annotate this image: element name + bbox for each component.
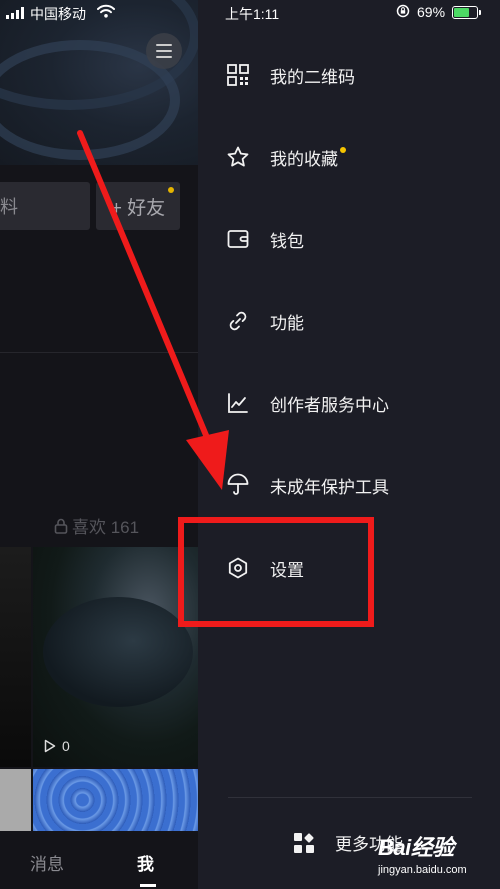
qr-code-icon [227, 64, 249, 86]
tab-messages[interactable]: 消息 [30, 850, 64, 875]
chart-line-icon [228, 393, 248, 413]
drawer-item-label: 我的二维码 [270, 67, 355, 87]
rotation-lock-icon [396, 4, 410, 18]
add-friend-label: + 好友 [110, 197, 166, 219]
play-count: 0 [44, 738, 70, 754]
divider [0, 352, 198, 353]
drawer-item-label: 创作者服务中心 [270, 395, 389, 415]
drawer-item-label: 功能 [270, 313, 304, 333]
edit-profile-label: 料 [0, 197, 18, 217]
likes-label: 喜欢 161 [72, 518, 140, 537]
annotation-highlight-box [178, 517, 374, 627]
drawer-item-qr-code[interactable]: 我的二维码 [198, 45, 500, 105]
video-thumbnail[interactable] [33, 769, 198, 831]
battery-percent: 69% [417, 4, 446, 20]
notification-dot [340, 147, 346, 153]
divider [228, 797, 472, 798]
video-thumbnail[interactable] [33, 547, 198, 767]
watermark-logo: Bai经验 [378, 835, 454, 860]
drawer-item-creator-center[interactable]: 创作者服务中心 [198, 373, 500, 433]
status-time: 上午1:11 [225, 6, 280, 22]
lock-icon [54, 518, 68, 534]
status-bar: 中国移动 上午1:11 69% [0, 0, 500, 26]
profile-background: 料 + 好友 喜欢 161 0 消息 我 [0, 0, 198, 889]
baidu-jingyan-watermark: Bai经验 jingyan.baidu.com [378, 830, 467, 876]
drawer-item-favorites[interactable]: 我的收藏 [198, 127, 500, 187]
battery-tip [479, 10, 481, 15]
video-thumbnail[interactable] [0, 769, 31, 831]
drawer-item-wallet[interactable]: 钱包 [198, 209, 500, 269]
drawer-item-label: 我的收藏 [270, 149, 338, 169]
battery-level [454, 8, 470, 17]
signal-icon [6, 7, 24, 19]
edit-profile-button[interactable]: 料 [0, 182, 90, 230]
grid-apps-icon [294, 832, 314, 853]
battery-icon [452, 6, 478, 19]
notification-dot [168, 187, 174, 193]
watermark-site: jingyan.baidu.com [378, 864, 467, 876]
drawer-item-functions[interactable]: 功能 [198, 291, 500, 351]
add-friend-button[interactable]: + 好友 [96, 182, 180, 230]
wallet-icon [227, 230, 249, 248]
umbrella-icon [227, 473, 249, 495]
tab-indicator [140, 884, 156, 887]
play-count-value: 0 [62, 738, 70, 754]
play-icon [44, 739, 56, 753]
star-icon [227, 146, 249, 167]
drawer-item-label: 未成年保护工具 [270, 477, 389, 497]
drawer-item-label: 钱包 [270, 231, 304, 251]
hamburger-menu-icon[interactable] [146, 33, 182, 69]
carrier-name: 中国移动 [30, 6, 86, 22]
link-icon [229, 311, 247, 331]
likes-tab[interactable]: 喜欢 161 [54, 513, 139, 538]
tab-me[interactable]: 我 [137, 850, 154, 875]
drawer-item-minor-protection[interactable]: 未成年保护工具 [198, 455, 500, 515]
wifi-icon [97, 4, 115, 18]
video-thumbnail[interactable] [0, 547, 31, 767]
